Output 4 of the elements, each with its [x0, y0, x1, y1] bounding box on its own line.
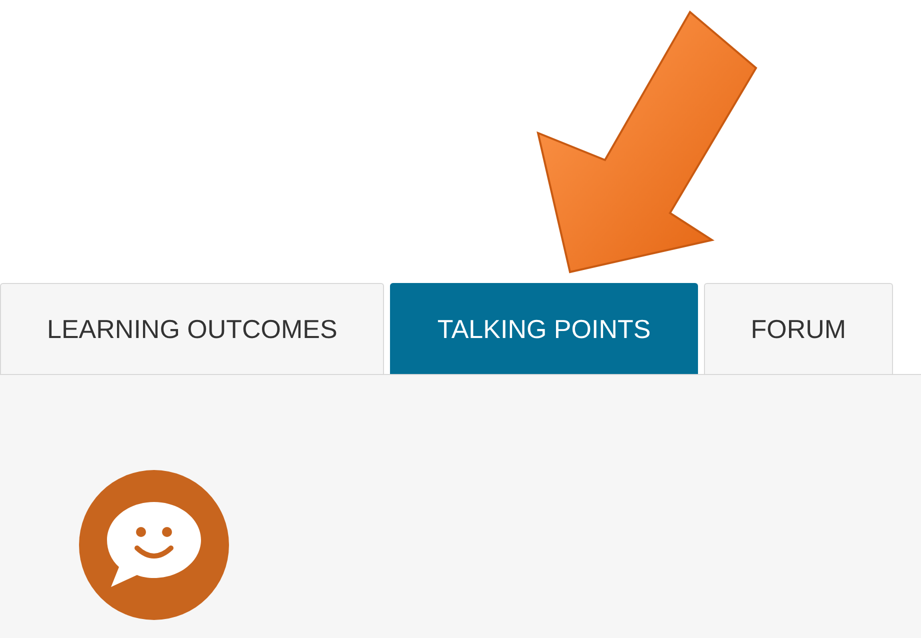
- tab[interactable]: FORUM: [704, 283, 894, 374]
- tab[interactable]: LEARNING OUTCOMES: [0, 283, 384, 374]
- chat-bubble-icon: [79, 470, 229, 620]
- tab[interactable]: TALKING POINTS: [390, 283, 698, 374]
